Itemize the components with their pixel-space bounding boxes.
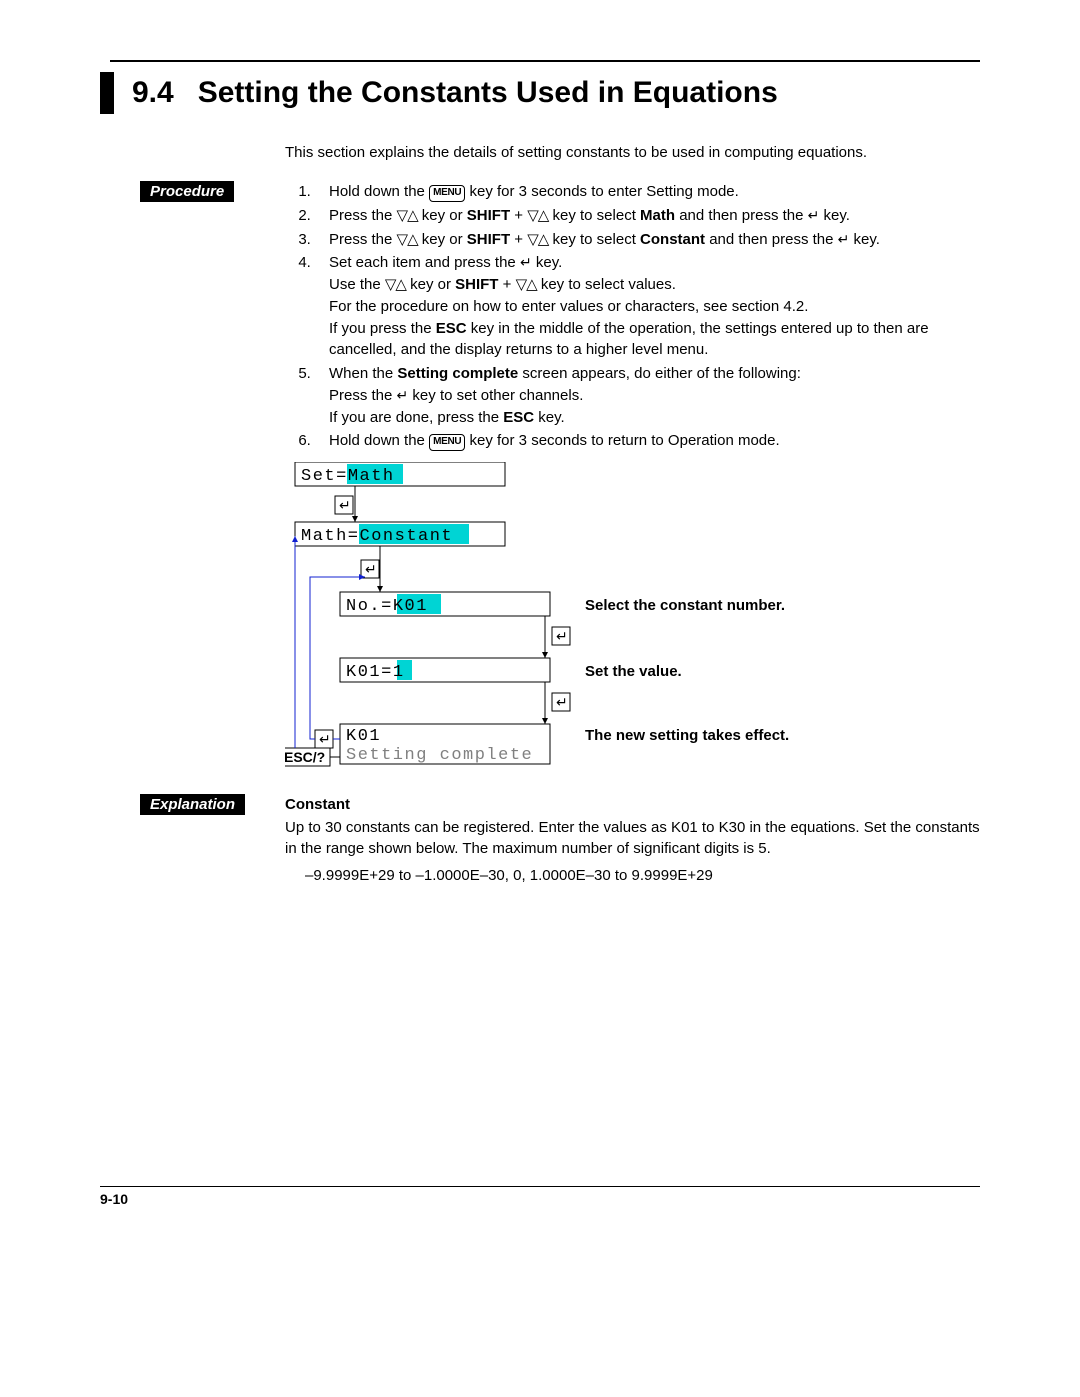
svg-text:Setting complete: Setting complete [346, 746, 533, 765]
svg-text:The new setting takes effect.: The new setting takes effect. [585, 727, 789, 744]
menu-keycap: MENU [429, 434, 465, 451]
title-bar-decor [100, 72, 114, 114]
svg-text:Set=Math: Set=Math [301, 467, 395, 486]
triangles-icon: ▽△ [397, 230, 418, 248]
step-1: Hold down the MENU key for 3 seconds to … [315, 181, 980, 203]
svg-text:↵: ↵ [339, 497, 351, 513]
step-4: Set each item and press the ↵ key. Use t… [315, 252, 980, 361]
enter-icon: ↵ [397, 387, 409, 403]
step-5: When the Setting complete screen appears… [315, 363, 980, 428]
menu-keycap: MENU [429, 185, 465, 202]
triangles-icon: ▽△ [516, 275, 537, 293]
svg-text:Set the value.: Set the value. [585, 663, 682, 680]
triangles-icon: ▽△ [397, 206, 418, 224]
explanation-badge: Explanation [140, 794, 245, 815]
page-number: 9-10 [100, 1186, 980, 1207]
svg-text:↵: ↵ [556, 694, 568, 710]
svg-text:K01=1: K01=1 [346, 663, 405, 682]
explanation-paragraph: Up to 30 constants can be registered. En… [285, 817, 980, 859]
step-6: Hold down the MENU key for 3 seconds to … [315, 430, 980, 452]
enter-icon: ↵ [808, 207, 820, 223]
svg-text:↵: ↵ [556, 628, 568, 644]
section-title: Setting the Constants Used in Equations [198, 76, 778, 110]
step-3: Press the ▽△ key or SHIFT + ▽△ key to se… [315, 229, 980, 251]
svg-text:↵: ↵ [319, 731, 331, 747]
svg-text:K01: K01 [346, 727, 381, 746]
svg-text:No.=K01: No.=K01 [346, 597, 428, 616]
constant-range: –9.9999E+29 to –1.0000E–30, 0, 1.0000E–3… [305, 865, 980, 886]
section-header: 9.4 Setting the Constants Used in Equati… [100, 72, 980, 114]
intro-text: This section explains the details of set… [285, 144, 980, 161]
procedure-list: Hold down the MENU key for 3 seconds to … [285, 181, 980, 452]
triangles-icon: ▽△ [527, 206, 548, 224]
svg-text:Select the constant number.: Select the constant number. [585, 597, 785, 614]
menu-flow-diagram: Set=Math ↵ Math=Constant ↵ No.=K01 Selec… [285, 462, 980, 776]
enter-icon: ↵ [520, 254, 532, 270]
explanation-body: Constant Up to 30 constants can be regis… [285, 794, 980, 886]
svg-text:↵: ↵ [365, 561, 377, 577]
enter-icon: ↵ [838, 231, 850, 247]
svg-text:ESC/?: ESC/? [285, 749, 325, 765]
procedure-badge: Procedure [140, 181, 234, 202]
step-2: Press the ▽△ key or SHIFT + ▽△ key to se… [315, 205, 980, 227]
triangles-icon: ▽△ [385, 275, 406, 293]
constant-heading: Constant [285, 794, 980, 815]
triangles-icon: ▽△ [527, 230, 548, 248]
section-number: 9.4 [132, 76, 174, 110]
svg-text:Math=Constant: Math=Constant [301, 527, 453, 546]
